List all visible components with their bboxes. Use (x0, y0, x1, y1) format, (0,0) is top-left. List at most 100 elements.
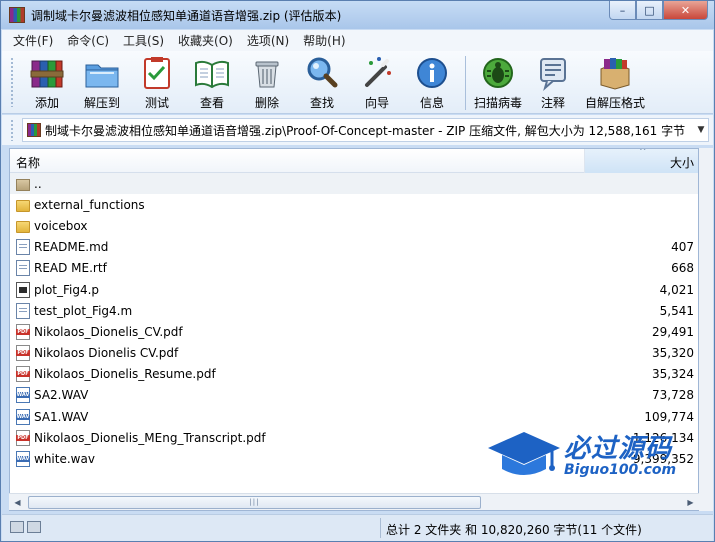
pdf-icon (16, 345, 30, 362)
menu-bar: 文件(F) 命令(C) 工具(S) 收藏夹(O) 选项(N) 帮助(H) (2, 30, 713, 51)
matlab-p-file-icon (16, 281, 30, 298)
comment-label: 注释 (540, 96, 565, 110)
view-button[interactable]: 查看 (185, 51, 239, 111)
file-size: 5,541 (659, 303, 694, 318)
menu-options[interactable]: 选项(N) (240, 32, 296, 49)
delete-button[interactable]: 删除 (240, 51, 294, 111)
file-size: 35,324 (652, 367, 694, 382)
file-size: 35,320 (652, 346, 694, 361)
list-item[interactable]: .. (10, 173, 698, 195)
menu-commands[interactable]: 命令(C) (60, 32, 116, 49)
test-label: 测试 (144, 96, 169, 110)
close-button[interactable]: ✕ (663, 1, 708, 20)
delete-label: 删除 (254, 96, 279, 110)
view-label: 查看 (199, 96, 224, 110)
find-button[interactable]: 查找 (295, 51, 349, 111)
list-header: 名称 ^ 大小 (10, 149, 698, 173)
file-name: external_functions (34, 197, 145, 212)
file-name: .. (34, 176, 42, 191)
parent-folder-icon (16, 179, 30, 192)
list-item[interactable]: Nikolaos_Dionelis_Resume.pdf 35,324 (10, 364, 698, 385)
wizard-button[interactable]: 向导 (350, 51, 404, 111)
menu-file[interactable]: 文件(F) (6, 32, 60, 49)
file-size: 29,491 (652, 324, 694, 339)
column-name[interactable]: 名称 (16, 154, 40, 171)
menu-help[interactable]: 帮助(H) (296, 32, 352, 49)
minimize-button[interactable]: – (609, 1, 636, 20)
winrar-window: 调制域卡尔曼滤波相位感知单通道语音增强.zip (评估版本) – □ ✕ 文件(… (0, 0, 715, 542)
column-size-header[interactable]: ^ 大小 (584, 149, 698, 173)
file-size: 73,728 (652, 388, 694, 403)
file-name: Nikolaos Dionelis CV.pdf (34, 346, 179, 361)
chevron-down-icon[interactable]: ▼ (694, 125, 708, 135)
scan-virus-button[interactable]: 扫描病毒 (471, 51, 525, 111)
watermark-subtitle: Biguo100.com (564, 462, 677, 478)
list-item[interactable]: plot_Fig4.p 4,021 (10, 279, 698, 300)
file-size: 4,021 (659, 282, 694, 297)
file-name: plot_Fig4.p (34, 282, 100, 297)
graduation-cap-logo (488, 432, 560, 475)
document-icon (16, 260, 30, 277)
virus-bug-icon (480, 55, 516, 91)
list-item[interactable]: SA1.WAV 109,774 (10, 406, 698, 427)
extract-to-label: 解压到 (83, 96, 120, 110)
file-name: test_plot_Fig4.m (34, 303, 133, 318)
scroll-track[interactable]: ||| (26, 494, 682, 511)
pdf-icon (16, 429, 30, 446)
info-icon (414, 55, 450, 91)
scroll-right-icon[interactable]: ▶ (682, 494, 699, 511)
address-path: 制域卡尔曼滤波相位感知单通道语音增强.zip\Proof-Of-Concept-… (45, 123, 686, 138)
list-item[interactable]: Nikolaos_Dionelis_CV.pdf 29,491 (10, 321, 698, 342)
scroll-left-icon[interactable]: ◀ (9, 494, 26, 511)
list-item[interactable]: Nikolaos Dionelis CV.pdf 35,320 (10, 343, 698, 364)
document-icon (16, 302, 30, 319)
file-size: 407 (671, 240, 694, 255)
address-grip[interactable] (10, 119, 14, 141)
file-size: 668 (671, 261, 694, 276)
toolbar-grip[interactable] (10, 57, 14, 107)
status-summary: 总计 2 文件夹 和 10,820,260 字节(11 个文件) (386, 523, 642, 537)
winrar-app-icon[interactable] (9, 7, 25, 23)
list-item[interactable]: voicebox (10, 215, 698, 236)
books-add-icon (29, 55, 65, 91)
sfx-button[interactable]: 自解压格式 (581, 51, 649, 111)
horizontal-scrollbar[interactable]: ◀ ||| ▶ (9, 493, 699, 510)
file-name: Nikolaos_Dionelis_MEng_Transcript.pdf (34, 430, 266, 445)
wav-audio-icon (16, 408, 30, 425)
list-item[interactable]: external_functions (10, 194, 698, 215)
file-rows: .. external_functions voicebox README.md… (10, 173, 698, 470)
list-item[interactable]: test_plot_Fig4.m 5,541 (10, 300, 698, 321)
scan-virus-label: 扫描病毒 (473, 96, 522, 110)
list-item[interactable]: SA2.WAV 73,728 (10, 385, 698, 406)
address-field[interactable]: 制域卡尔曼滤波相位感知单通道语音增强.zip\Proof-Of-Concept-… (22, 118, 709, 142)
wav-audio-icon (16, 387, 30, 404)
file-name: voicebox (34, 218, 88, 233)
list-item[interactable]: README.md 407 (10, 237, 698, 258)
add-button[interactable]: 添加 (20, 51, 74, 111)
title-bar: 调制域卡尔曼滤波相位感知单通道语音增强.zip (评估版本) – □ ✕ (1, 1, 714, 29)
drive-icon[interactable] (10, 521, 24, 533)
wizard-label: 向导 (364, 96, 389, 110)
menu-favorites[interactable]: 收藏夹(O) (171, 32, 240, 49)
file-name: white.wav (34, 452, 95, 467)
comment-button[interactable]: 注释 (526, 51, 580, 111)
scroll-thumb[interactable]: ||| (28, 495, 481, 509)
window-controls: – □ ✕ (609, 1, 708, 20)
find-label: 查找 (309, 96, 334, 110)
watermark: 必过源码 Biguo100.com (486, 428, 701, 488)
key-icon[interactable] (27, 521, 41, 533)
toolbar: 添加 解压到 测试 查看 删除 查找 向导 信息 扫描病毒 注释 自解压格式 (2, 51, 713, 114)
file-name: Nikolaos_Dionelis_CV.pdf (34, 324, 183, 339)
vertical-scrollbar[interactable] (699, 148, 713, 511)
list-item[interactable]: READ ME.rtf 668 (10, 258, 698, 279)
maximize-button[interactable]: □ (636, 1, 663, 20)
test-button[interactable]: 测试 (130, 51, 184, 111)
wav-audio-icon (16, 451, 30, 468)
comment-icon (535, 55, 571, 91)
pdf-icon (16, 323, 30, 340)
extract-to-button[interactable]: 解压到 (75, 51, 129, 111)
sfx-label: 自解压格式 (584, 96, 645, 110)
info-button[interactable]: 信息 (405, 51, 459, 111)
menu-tools[interactable]: 工具(S) (116, 32, 171, 49)
trash-can-icon (249, 55, 285, 91)
